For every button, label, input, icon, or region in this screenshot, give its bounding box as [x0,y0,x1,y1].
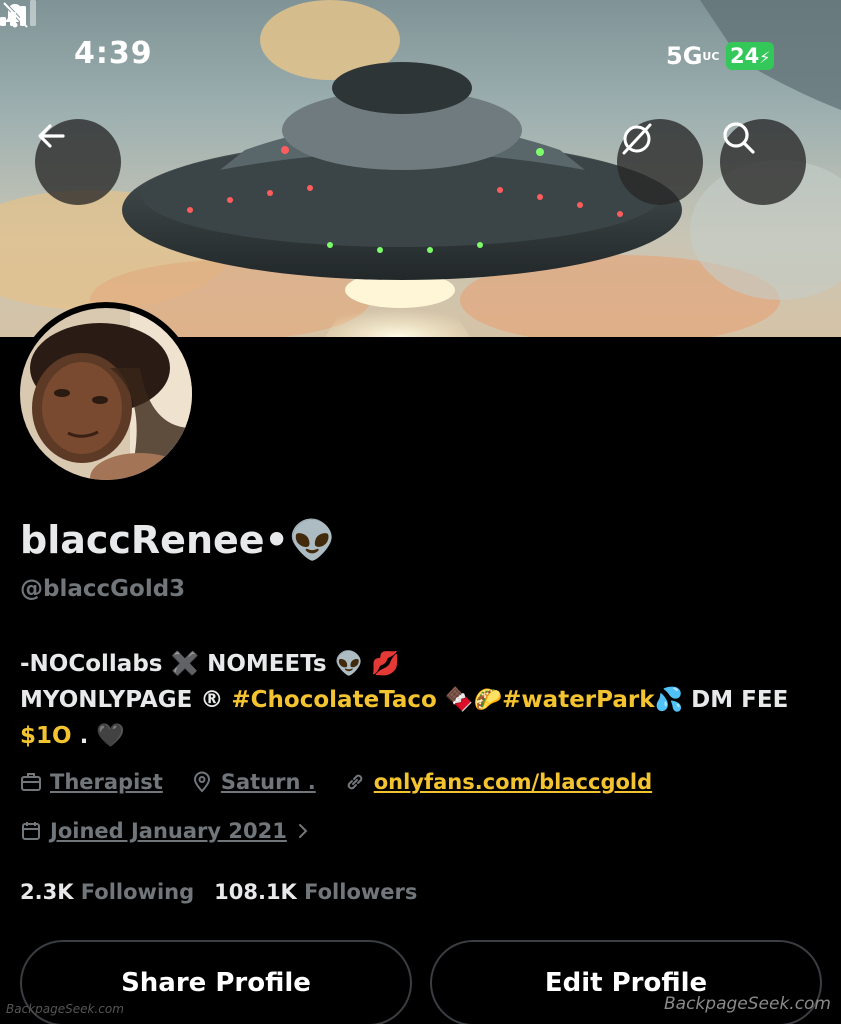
arrow-left-icon [38,124,65,148]
grok-button[interactable] [617,119,703,205]
bio-line-2: MYONLYPAGE ® #ChocolateTaco 🍫🌮#waterPark… [20,687,789,713]
search-button[interactable] [720,119,806,205]
watermark: BackpageSeek.com [664,994,831,1014]
following-stat[interactable]: 2.3K Following [20,880,194,904]
avatar[interactable] [14,302,198,486]
search-icon [723,122,755,154]
hashtag-chocolatetaco[interactable]: #ChocolateTaco [231,687,436,713]
followers-stat[interactable]: 108.1K Followers [214,880,417,904]
network-label: 5GUC [666,42,720,70]
bio-price[interactable]: $1O [20,723,72,749]
profile-meta: Therapist Saturn . onlyfans.com/blaccgol… [20,770,680,794]
profession-label: Therapist [50,770,163,794]
link-icon [347,774,362,790]
profile-bio: -NOCollabs ✖️ NOMEETs 👽 💋 MYONLYPAGE ® #… [20,646,830,754]
profession[interactable]: Therapist [20,770,163,794]
bio-line-3: $1O . 🖤 [20,723,125,749]
profile-banner[interactable]: 4:39 5GUC 24⚡ [0,0,841,337]
location-pin-icon [193,771,210,793]
follow-stats: 2.3K Following 108.1K Followers [20,880,417,904]
joined-date[interactable]: Joined January 2021 [20,819,347,843]
website[interactable]: onlyfans.com/blaccgold [344,770,652,794]
grok-slash-circle-icon [622,123,652,155]
back-button[interactable] [35,119,121,205]
joined-item: Joined January 2021 [20,819,319,843]
chevron-right-icon [298,824,308,838]
website-link[interactable]: onlyfans.com/blaccgold [374,770,652,794]
signal-icon [0,0,36,26]
bio-line-1: -NOCollabs ✖️ NOMEETs 👽 💋 [20,651,400,677]
calendar-icon [22,822,40,840]
briefcase-icon [21,773,41,791]
hashtag-waterpark[interactable]: #waterPark [502,687,654,713]
battery-indicator: 24⚡ [726,42,775,70]
location: Saturn . [191,770,316,794]
avatar-image [20,308,192,480]
display-name: blaccRenee•👽 [20,518,337,562]
status-time: 4:39 [74,36,153,71]
username-handle: @blaccGold3 [20,576,186,602]
watermark-left: BackpageSeek.com [6,1002,124,1016]
location-label: Saturn . [220,770,316,794]
joined-label: Joined January 2021 [50,819,287,843]
